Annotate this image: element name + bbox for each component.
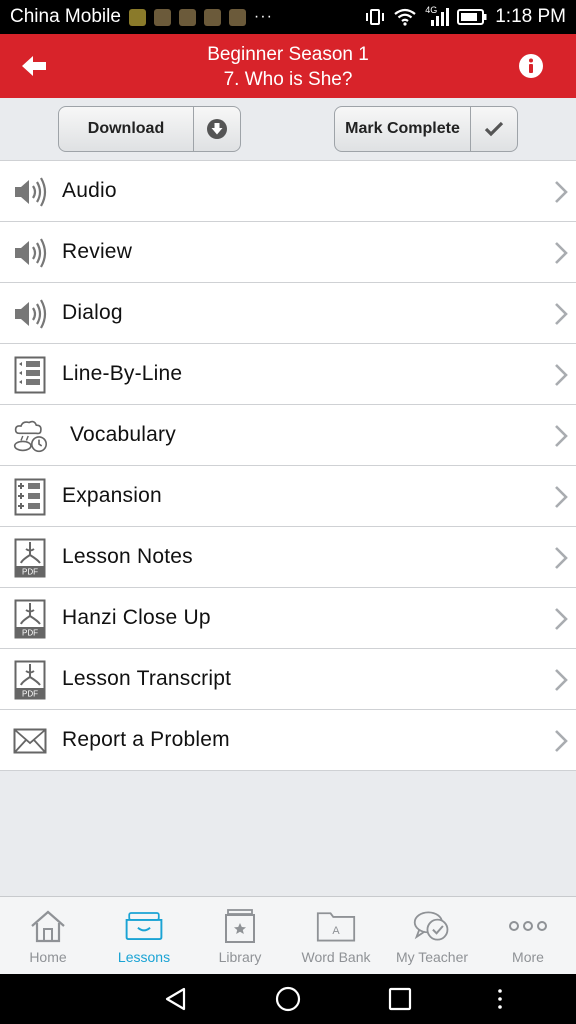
expansion-icon (12, 478, 48, 516)
clock: 1:18 PM (495, 6, 566, 27)
tab-label: More (512, 949, 544, 965)
lesson-actions: Download Mark Complete (0, 98, 576, 160)
svg-text:A: A (332, 925, 340, 937)
list-item-label: Lesson Notes (62, 545, 193, 568)
mark-complete-button-label: Mark Complete (335, 107, 471, 151)
list-item-report-a-problem[interactable]: Report a Problem (0, 710, 576, 771)
notification-app-icon (153, 8, 171, 26)
download-button-label: Download (59, 107, 194, 151)
list-item-vocabulary[interactable]: Vocabulary (0, 405, 576, 466)
list-item-lesson-notes[interactable]: PDF Lesson Notes (0, 527, 576, 588)
home-icon (28, 907, 68, 945)
tab-label: My Teacher (395, 949, 469, 965)
lessons-icon (124, 907, 164, 945)
speaker-icon (12, 173, 48, 211)
carrier-name: China Mobile (10, 6, 121, 27)
chevron-right-icon (555, 608, 568, 630)
tab-label: Home (29, 949, 67, 965)
my-teacher-icon (412, 907, 452, 945)
chevron-right-icon (555, 730, 568, 752)
download-button[interactable]: Download (58, 106, 241, 152)
list-item-label: Dialog (62, 301, 123, 324)
tab-label: Word Bank (301, 949, 371, 965)
nav-menu-icon[interactable] (487, 986, 513, 1012)
speaker-icon (12, 295, 48, 333)
chevron-right-icon (555, 547, 568, 569)
list-item-audio[interactable]: Audio (0, 161, 576, 222)
tab-library[interactable]: Library (192, 897, 288, 974)
svg-text:PDF: PDF (22, 629, 38, 638)
line-by-line-icon (12, 356, 48, 394)
notification-app-icon (178, 8, 196, 26)
page-title: Beginner Season 1 7. Who is She? (90, 42, 486, 92)
list-item-expansion[interactable]: Expansion (0, 466, 576, 527)
svg-text:PDF: PDF (22, 690, 38, 699)
tab-my-teacher[interactable]: My Teacher (384, 897, 480, 974)
checkmark-icon (471, 107, 517, 151)
wifi-icon (394, 8, 416, 26)
pdf-icon: PDF (12, 599, 48, 639)
chevron-right-icon (555, 425, 568, 447)
lesson-content-list: Audio Review Dialog Line-By-Line Vocabul… (0, 160, 576, 771)
list-item-label: Review (62, 240, 133, 263)
more-notifications-indicator: ··· (253, 8, 273, 25)
list-item-dialog[interactable]: Dialog (0, 283, 576, 344)
speaker-icon (12, 234, 48, 272)
tab-lessons[interactable]: Lessons (96, 897, 192, 974)
list-item-label: Hanzi Close Up (62, 606, 211, 629)
bottom-tab-bar: Home Lessons Library A Word Bank My Teac… (0, 896, 576, 974)
envelope-icon (12, 722, 48, 760)
list-item-label: Lesson Transcript (62, 667, 232, 690)
signal-icon: 4G (425, 5, 450, 27)
battery-icon (457, 9, 487, 25)
chevron-right-icon (555, 364, 568, 386)
notification-app-icon (203, 8, 221, 26)
pdf-icon: PDF (12, 538, 48, 578)
info-icon[interactable] (518, 53, 544, 79)
list-item-label: Vocabulary (70, 423, 176, 446)
list-item-line-by-line[interactable]: Line-By-Line (0, 344, 576, 405)
nav-recents-icon[interactable] (387, 986, 413, 1012)
download-icon (194, 107, 240, 151)
tab-home[interactable]: Home (0, 897, 96, 974)
word-bank-icon: A (316, 907, 356, 945)
lesson-header: Beginner Season 1 7. Who is She? (0, 34, 576, 98)
list-item-label: Line-By-Line (62, 362, 183, 385)
nav-home-icon[interactable] (275, 986, 301, 1012)
tab-label: Lessons (117, 949, 171, 965)
chevron-right-icon (555, 486, 568, 508)
list-item-review[interactable]: Review (0, 222, 576, 283)
tab-label: Library (218, 949, 262, 965)
system-navigation-bar (0, 974, 576, 1024)
season-title: Beginner Season 1 (207, 44, 369, 65)
chevron-right-icon (555, 242, 568, 264)
tab-more[interactable]: More (480, 897, 576, 974)
status-bar: China Mobile ··· 4G 1:18 PM (0, 0, 576, 34)
pdf-icon: PDF (12, 660, 48, 700)
chevron-right-icon (555, 181, 568, 203)
chevron-right-icon (555, 669, 568, 691)
library-icon (220, 907, 260, 945)
list-item-label: Report a Problem (62, 728, 230, 751)
chevron-right-icon (555, 303, 568, 325)
list-item-label: Expansion (62, 484, 162, 507)
mark-complete-button[interactable]: Mark Complete (334, 106, 518, 152)
list-item-lesson-transcript[interactable]: PDF Lesson Transcript (0, 649, 576, 710)
vocabulary-icon (12, 417, 48, 455)
nav-back-icon[interactable] (163, 986, 189, 1012)
back-arrow-icon[interactable] (20, 52, 50, 80)
tab-word-bank[interactable]: A Word Bank (288, 897, 384, 974)
notification-app-icon (128, 8, 146, 26)
notification-app-icon (228, 8, 246, 26)
more-icon (508, 907, 548, 945)
lesson-title: 7. Who is She? (223, 69, 353, 90)
list-item-hanzi-close-up[interactable]: PDF Hanzi Close Up (0, 588, 576, 649)
vibrate-icon (366, 9, 385, 25)
svg-text:PDF: PDF (22, 568, 38, 577)
list-item-label: Audio (62, 179, 117, 202)
